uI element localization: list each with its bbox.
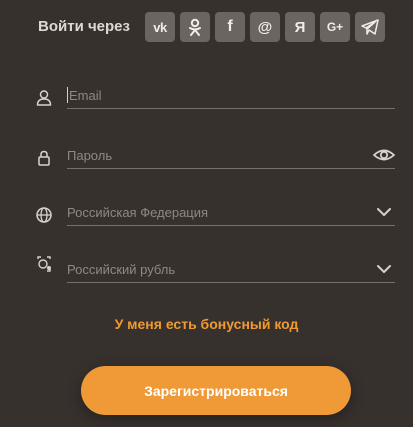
- register-button-label: Зарегистрироваться: [144, 382, 288, 399]
- currency-field: Российский рубль: [0, 256, 413, 292]
- facebook-icon: f: [227, 18, 233, 35]
- vk-icon: vk: [153, 19, 167, 35]
- country-select[interactable]: Российская Федерация: [67, 199, 395, 226]
- globe-icon: [36, 207, 52, 223]
- social-login-row: Войти через vk f @ Я G+: [0, 10, 413, 44]
- lock-icon: [38, 150, 50, 166]
- text-cursor: [67, 87, 68, 103]
- telegram-icon: [361, 19, 379, 35]
- email-field: Email: [0, 82, 413, 118]
- chevron-down-icon: [377, 265, 391, 273]
- currency-icon: [37, 256, 51, 272]
- register-button[interactable]: Зарегистрироваться: [81, 366, 351, 415]
- google-plus-icon: G+: [326, 20, 344, 34]
- yandex-login-button[interactable]: Я: [285, 12, 315, 42]
- social-login-label: Войти через: [38, 18, 130, 35]
- country-field: Российская Федерация: [0, 199, 413, 235]
- currency-select[interactable]: Российский рубль: [67, 256, 395, 283]
- user-icon: [36, 90, 52, 106]
- email-input[interactable]: Email: [67, 82, 395, 109]
- password-field: Пароль: [0, 142, 413, 178]
- eye-icon[interactable]: [373, 146, 395, 164]
- password-placeholder: Пароль: [67, 148, 113, 163]
- telegram-login-button[interactable]: [355, 12, 385, 42]
- odnoklassniki-icon: [189, 18, 201, 36]
- yandex-icon: Я: [294, 18, 306, 36]
- bonus-code-link[interactable]: У меня есть бонусный код: [0, 316, 413, 332]
- google-plus-login-button[interactable]: G+: [320, 12, 350, 42]
- chevron-down-icon: [377, 208, 391, 216]
- vk-login-button[interactable]: vk: [145, 12, 175, 42]
- odnoklassniki-login-button[interactable]: [180, 12, 210, 42]
- password-input[interactable]: Пароль: [67, 142, 395, 169]
- mailru-icon: @: [257, 18, 273, 36]
- country-value: Российская Федерация: [67, 205, 209, 220]
- facebook-login-button[interactable]: f: [215, 12, 245, 42]
- email-placeholder: Email: [69, 88, 102, 103]
- mailru-login-button[interactable]: @: [250, 12, 280, 42]
- currency-value: Российский рубль: [67, 262, 176, 277]
